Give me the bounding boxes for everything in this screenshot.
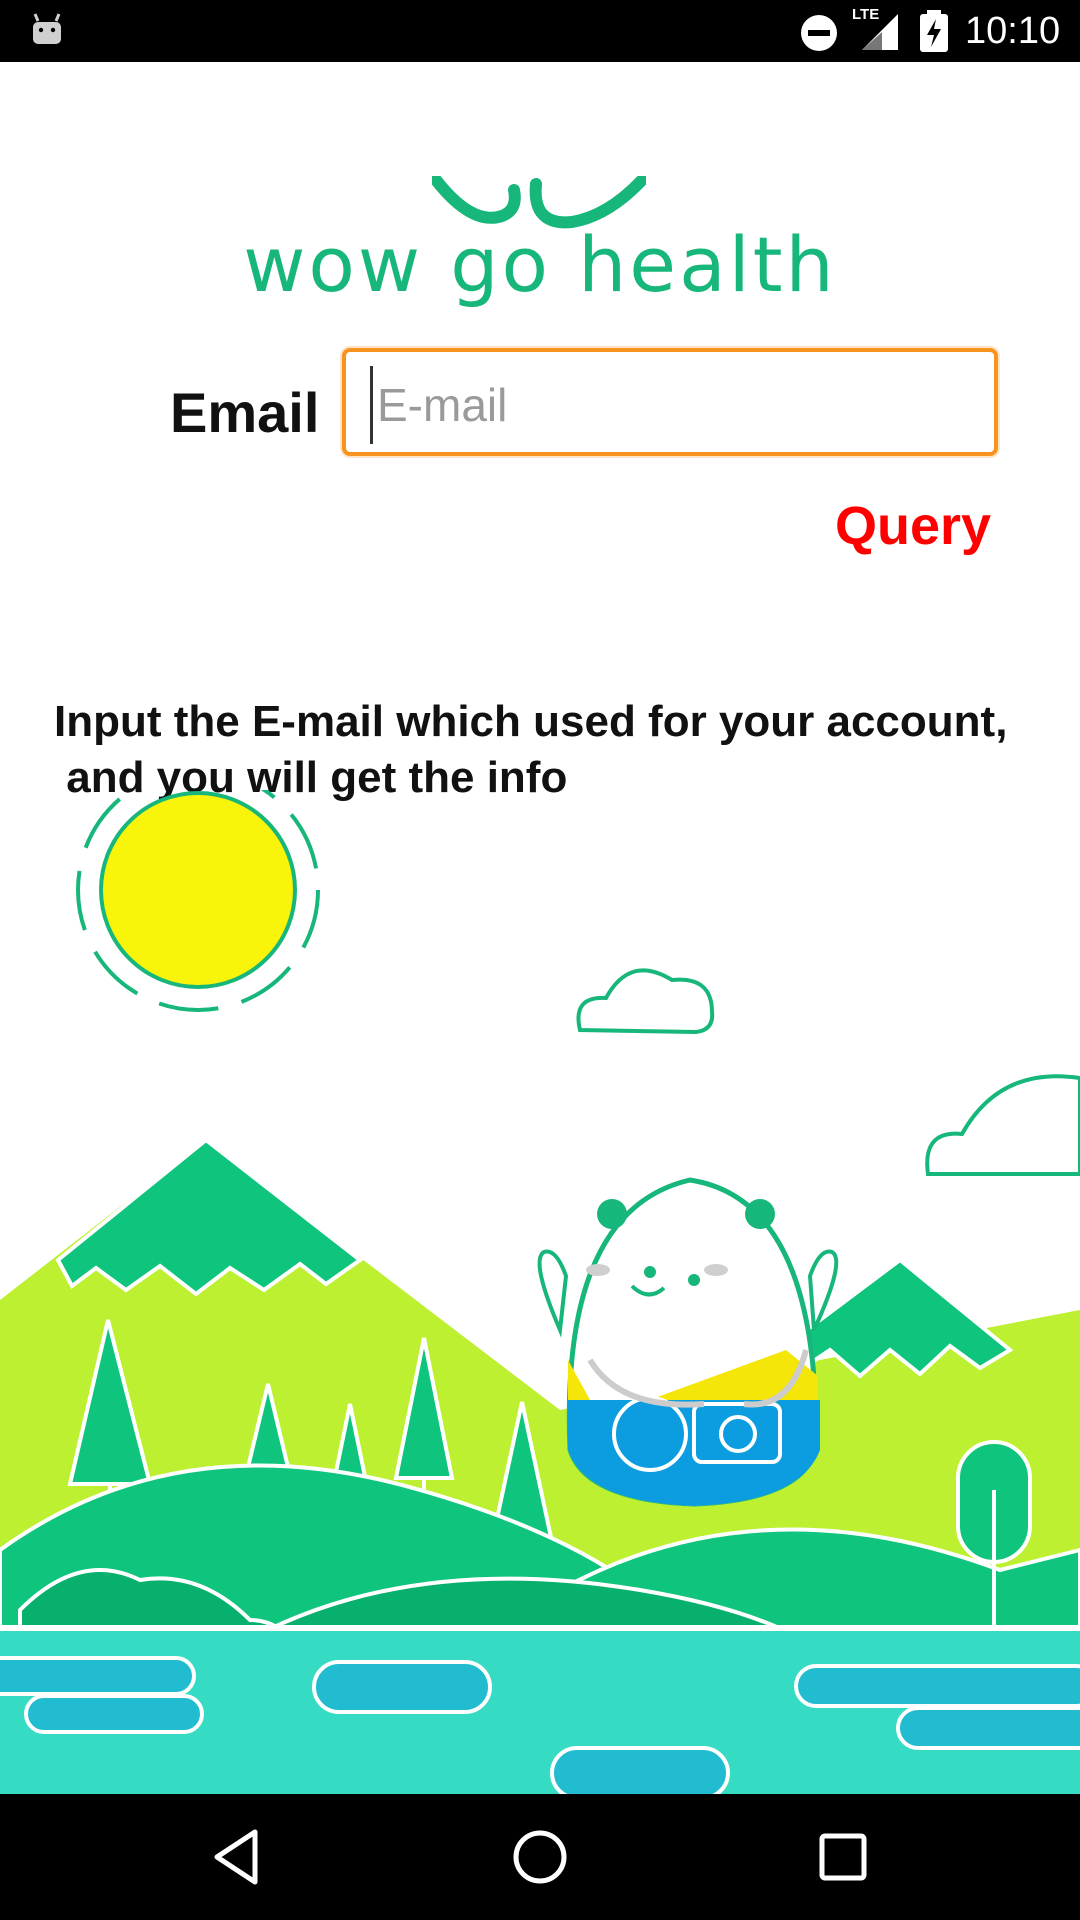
query-button[interactable]: Query [835, 494, 991, 558]
navigation-bar [0, 1794, 1080, 1920]
home-icon[interactable] [507, 1824, 573, 1890]
email-input[interactable] [370, 366, 979, 444]
mascot-illustration [537, 1177, 839, 1507]
do-not-disturb-icon [801, 15, 837, 51]
landscape-illustration [0, 790, 1080, 1794]
battery-charging-icon [920, 10, 948, 52]
network-type-label: LTE [852, 6, 880, 23]
recents-icon[interactable] [810, 1824, 876, 1890]
email-label: Email [170, 381, 320, 444]
cloud-icon [576, 968, 715, 1035]
android-debug-icon [33, 13, 61, 44]
status-time: 10:10 [965, 10, 1061, 52]
status-bar: LTE 10:10 [0, 0, 1080, 62]
logo-text: wow go health [243, 220, 837, 309]
back-icon[interactable] [205, 1824, 271, 1890]
email-field-container[interactable] [342, 348, 998, 456]
cloud-icon [925, 1074, 1080, 1176]
sun-icon [76, 790, 320, 1012]
